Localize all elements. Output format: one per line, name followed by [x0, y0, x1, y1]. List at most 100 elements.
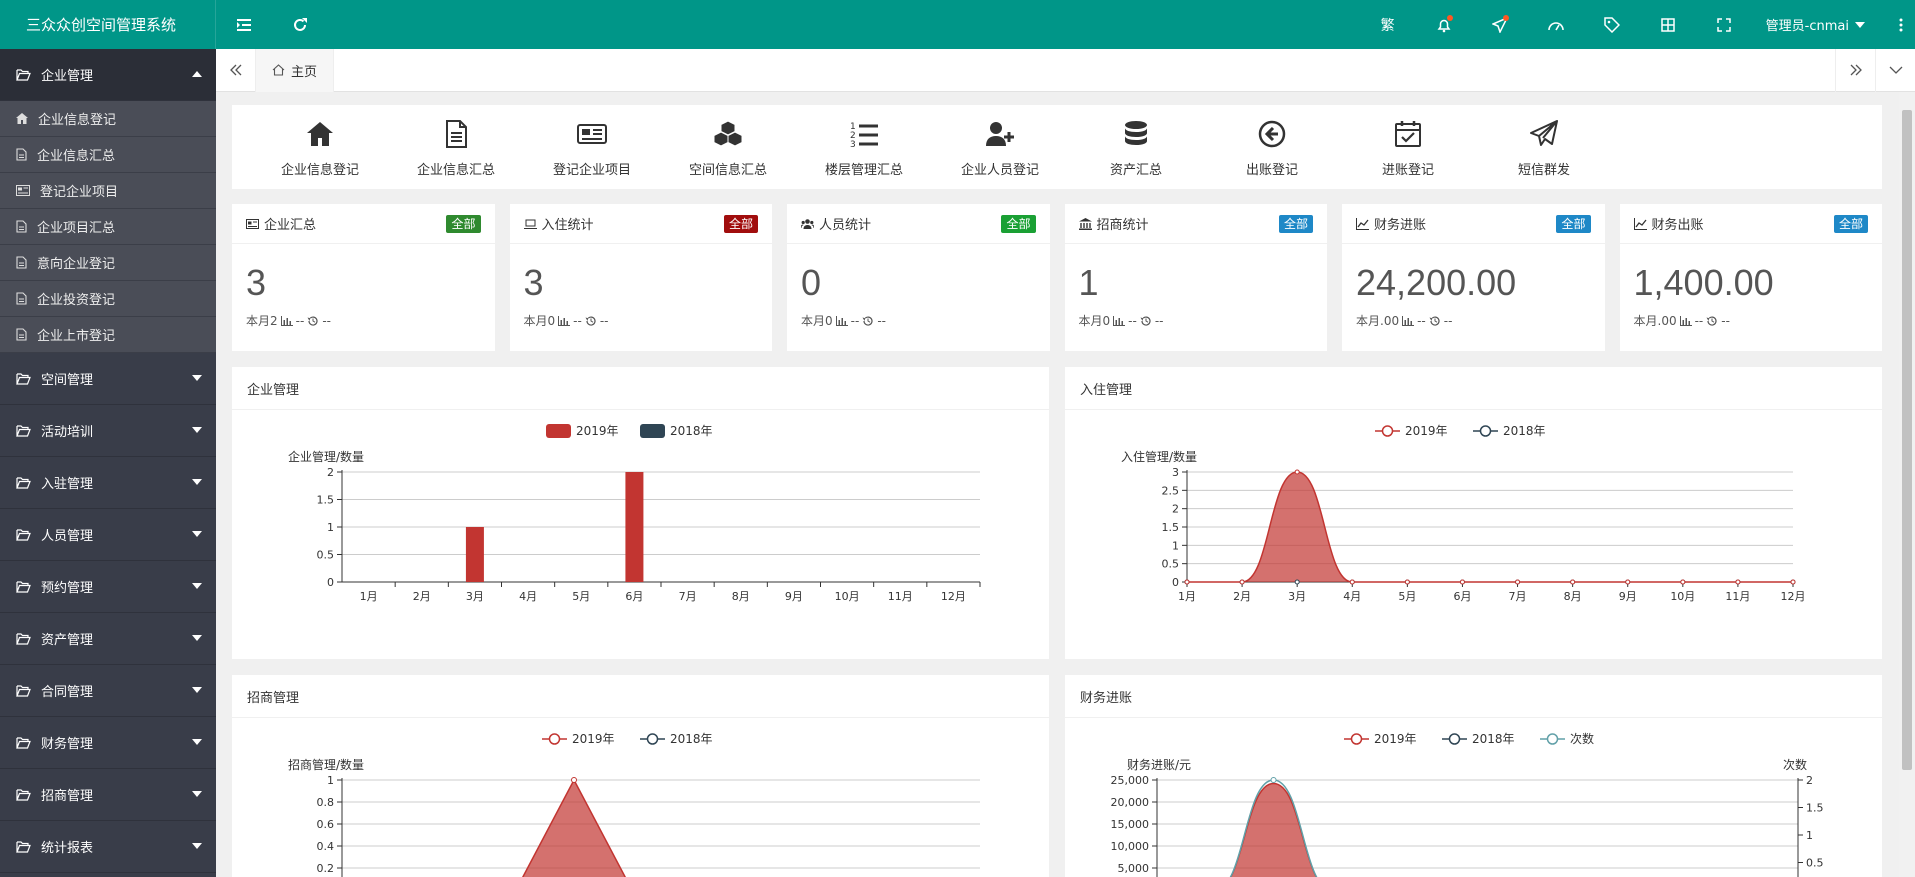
legend-label: 次数: [1570, 731, 1594, 746]
fullscreen-icon[interactable]: [1696, 0, 1752, 49]
y-tick-label: 2: [327, 466, 334, 479]
shortcut-user-plus[interactable]: 企业人员登记: [932, 105, 1068, 189]
sidebar-group-5[interactable]: 预约管理: [0, 561, 216, 613]
y-axis-label: 企业管理/数量: [288, 449, 364, 464]
legend-swatch: [546, 424, 571, 438]
legend-label: 2018年: [670, 732, 713, 746]
card-month-text: 本月.00: [1633, 314, 1677, 328]
traditional-chinese-icon[interactable]: 繁: [1360, 0, 1416, 49]
card-value: 1: [1078, 262, 1099, 303]
more-vertical-icon[interactable]: [1887, 18, 1915, 32]
sidebar-group-7[interactable]: 合同管理: [0, 665, 216, 717]
panel-investment-chart: 招商管理 2019年 2018年 招商管理/数量 0.2 0.4 0.6 0.8 1: [232, 675, 1049, 877]
user-plus-icon: [986, 122, 1014, 146]
y-axis-label: 财务进账/元: [1127, 757, 1191, 772]
sidebar-item-investment-register[interactable]: 企业投资登记: [0, 281, 216, 317]
shortcut-arrow-circle-left[interactable]: 出账登记: [1204, 105, 1340, 189]
sidebar-group-1[interactable]: 空间管理: [0, 353, 216, 405]
y-axis-label-right: 次数: [1783, 757, 1807, 772]
x-tick-label: 3月: [466, 590, 484, 603]
ordered-list-icon: 123: [850, 122, 878, 149]
checkin-area-chart: 2019年 2018年入住管理/数量 0 0.5 1 1.5 2 2.5 3 1月 2月 3月 4月 5月…: [1121, 424, 1806, 603]
tag-icon[interactable]: [1584, 0, 1640, 49]
sidebar-group-9[interactable]: 招商管理: [0, 769, 216, 821]
sidebar-item-enterprise-register[interactable]: 企业信息登记: [0, 101, 216, 137]
card-badge[interactable]: 全部: [1278, 214, 1313, 233]
sidebar-group-10[interactable]: 统计报表: [0, 821, 216, 873]
caret-down-icon: [192, 427, 202, 433]
card-badge[interactable]: 全部: [1833, 214, 1868, 233]
refresh-icon[interactable]: [272, 0, 328, 49]
card-badge[interactable]: 全部: [723, 214, 758, 233]
users-icon: [801, 218, 814, 229]
shortcut-document[interactable]: 企业信息汇总: [388, 105, 524, 189]
line-chart-icon: [1356, 217, 1369, 230]
newspaper-icon: [246, 218, 259, 229]
card-badge[interactable]: 全部: [446, 214, 481, 233]
shortcut-newspaper[interactable]: 登记企业项目: [524, 105, 660, 189]
x-tick-label: 2月: [1233, 590, 1251, 603]
y-tick-label-right: 1: [1806, 829, 1813, 842]
send-icon[interactable]: [1472, 0, 1528, 49]
bar-chart-icon: [558, 315, 571, 326]
shortcut-database[interactable]: 资产汇总: [1068, 105, 1204, 189]
sidebar-group-4[interactable]: 人员管理: [0, 509, 216, 561]
caret-down-icon: [192, 687, 202, 693]
sidebar-group-8[interactable]: 财务管理: [0, 717, 216, 769]
shortcut-calendar-check[interactable]: 进账登记: [1340, 105, 1476, 189]
bell-icon[interactable]: [1416, 0, 1472, 49]
card-history-text: --: [1721, 313, 1730, 328]
x-tick-label: 1月: [360, 590, 378, 603]
caret-down-icon: [192, 479, 202, 485]
dashboard-icon[interactable]: [1528, 0, 1584, 49]
card-badge[interactable]: 全部: [1556, 214, 1591, 233]
shortcut-paper-plane[interactable]: 短信群发: [1476, 105, 1612, 189]
tab-scroll-right-icon[interactable]: [1835, 48, 1875, 92]
sidebar-item-project-register[interactable]: 登记企业项目: [0, 173, 216, 209]
tab-options-chevron-down-icon[interactable]: [1875, 48, 1915, 92]
app-title[interactable]: 三众众创空间管理系统: [0, 0, 216, 49]
point-2019: [1239, 579, 1245, 585]
stat-card: 招商统计 全部 1 本月0 -- --: [1064, 204, 1328, 351]
scrollbar-thumb[interactable]: [1902, 110, 1912, 770]
scrollbar[interactable]: [1899, 92, 1915, 877]
sidebar-item-project-summary[interactable]: 企业项目汇总: [0, 209, 216, 245]
collapse-menu-icon[interactable]: [216, 0, 272, 49]
history-icon: [585, 315, 596, 326]
point-2019: [1404, 579, 1410, 585]
folder-open-icon: [16, 528, 31, 541]
folder-open-icon: [16, 424, 31, 437]
shortcut-cubes[interactable]: 空间信息汇总: [660, 105, 796, 189]
document-icon: [446, 120, 467, 148]
caret-down-icon: [1855, 21, 1865, 28]
tab-home[interactable]: 主页: [256, 48, 335, 92]
sidebar-item-enterprise-summary[interactable]: 企业信息汇总: [0, 137, 216, 173]
x-tick-label: 1月: [1178, 590, 1196, 603]
sidebar-item-intent-register[interactable]: 意向企业登记: [0, 245, 216, 281]
sidebar-group-enterprise[interactable]: 企业管理: [0, 49, 216, 101]
shortcut-home[interactable]: 企业信息登记: [252, 105, 388, 189]
bar-chart-icon: [1402, 315, 1415, 326]
user-menu[interactable]: 管理员-cnmai: [1752, 15, 1887, 34]
card-footer: 本月0 -- --: [1065, 304, 1328, 329]
layout-icon[interactable]: [1640, 0, 1696, 49]
card-title: 财务进账: [1374, 218, 1427, 233]
stat-card: 企业汇总 全部 3 本月2 -- --: [232, 204, 495, 351]
sidebar-group-6[interactable]: 资产管理: [0, 613, 216, 665]
shortcut-ordered-list[interactable]: 1 2 3 楼层管理汇总: [796, 105, 932, 189]
income-area-chart: 2019年 2018年 次数财务进账/元 次数5,00010,00015,00020,…: [1111, 731, 1824, 877]
caret-down-icon: [192, 843, 202, 849]
sidebar-group-3[interactable]: 入驻管理: [0, 457, 216, 509]
sidebar-group-2[interactable]: 活动培训: [0, 405, 216, 457]
card-header: 入住统计 全部: [509, 204, 772, 244]
y-axis-label: 入住管理/数量: [1121, 449, 1197, 464]
card-badge[interactable]: 全部: [1001, 214, 1036, 233]
cubes-icon: [713, 120, 743, 147]
y-tick-label: 0.2: [317, 862, 335, 875]
database-icon: [1125, 121, 1147, 145]
tab-scroll-left-icon[interactable]: [216, 48, 256, 92]
y-tick-label: 1: [1172, 539, 1179, 552]
sidebar-item-listing-register[interactable]: 企业上市登记: [0, 317, 216, 353]
x-tick-label: 11月: [1725, 590, 1750, 603]
history-icon: [1706, 315, 1717, 326]
